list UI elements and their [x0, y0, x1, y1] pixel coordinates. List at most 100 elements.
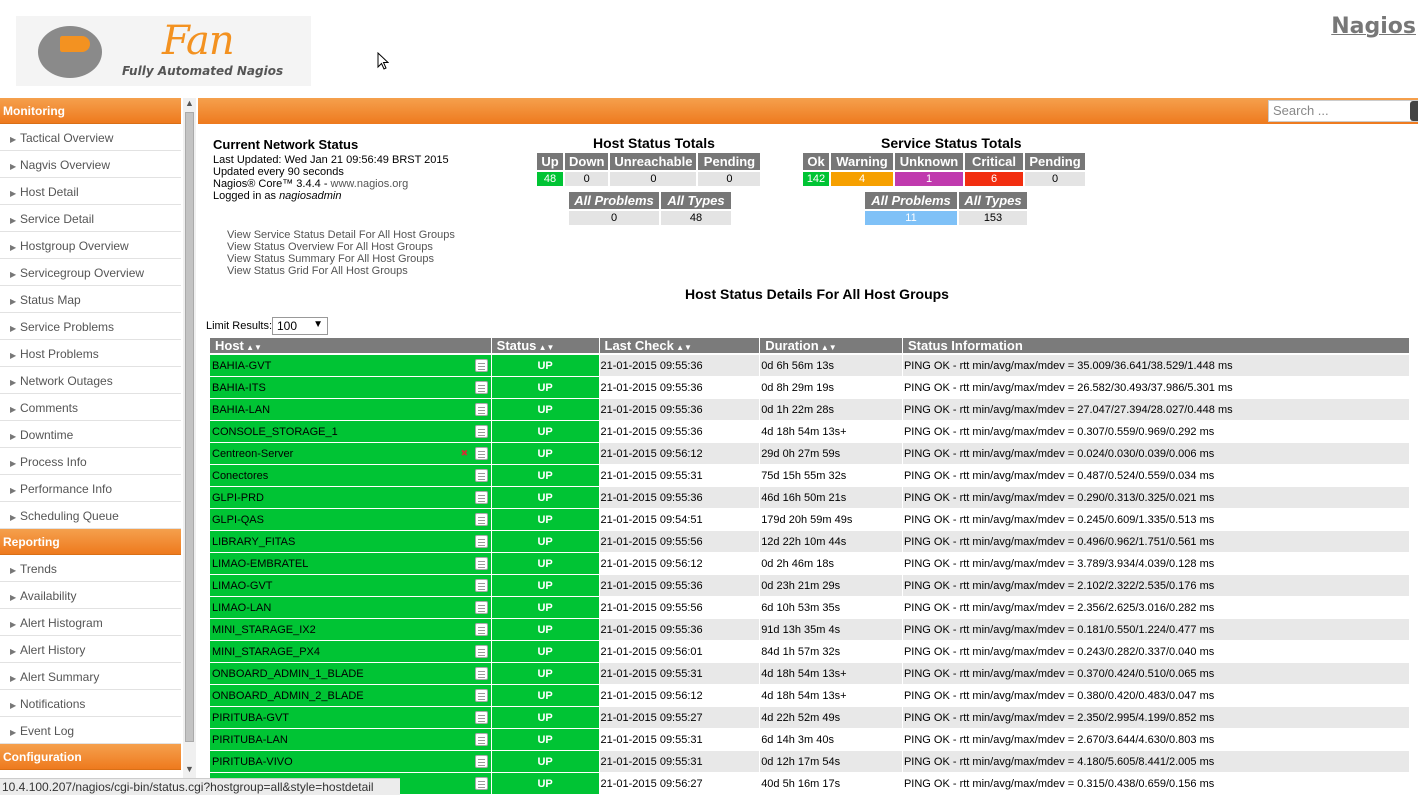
unknown-count[interactable]: 1 — [895, 172, 963, 186]
all-problems-count[interactable]: 0 — [569, 211, 659, 225]
host-name-link[interactable]: BAHIA-ITS — [212, 382, 266, 394]
host-info-icon[interactable] — [474, 667, 488, 680]
host-name-cell[interactable]: ONBOARD_ADMIN_2_BLADE — [210, 685, 491, 707]
unreachable-header[interactable]: Unreachable — [610, 153, 697, 170]
pending-count[interactable]: 0 — [1025, 172, 1085, 186]
host-info-icon[interactable] — [474, 645, 488, 658]
sidebar-item-alert-history[interactable]: ▶ Alert History — [0, 636, 181, 663]
sidebar-scrollbar[interactable]: ▲ ▼ — [183, 98, 196, 778]
host-name-link[interactable]: CONSOLE_STORAGE_1 — [212, 426, 338, 438]
down-count[interactable]: 0 — [565, 172, 609, 186]
sidebar-item-downtime[interactable]: ▶ Downtime — [0, 421, 181, 448]
host-info-icon[interactable] — [474, 447, 488, 460]
ok-count[interactable]: 142 — [803, 172, 829, 186]
host-name-cell[interactable]: CONSOLE_STORAGE_1 — [210, 421, 491, 443]
sidebar-item-process-info[interactable]: ▶ Process Info — [0, 448, 181, 475]
unknown-header[interactable]: Unknown — [895, 153, 963, 170]
pending-header[interactable]: Pending — [698, 153, 761, 170]
sort-arrows-icon[interactable]: ▲▼ — [819, 343, 837, 352]
host-info-icon[interactable] — [474, 425, 488, 438]
host-name-link[interactable]: ONBOARD_ADMIN_2_BLADE — [212, 690, 364, 702]
host-name-cell[interactable]: Centreon-Server ✖ — [210, 443, 491, 465]
host-name-cell[interactable]: PIRITUBA-VIVO — [210, 751, 491, 773]
host-info-icon[interactable] — [474, 623, 488, 636]
host-name-cell[interactable]: MINI_STARAGE_IX2 — [210, 619, 491, 641]
host-name-cell[interactable]: PIRITUBA-LAN — [210, 729, 491, 751]
host-name-link[interactable]: MINI_STARAGE_IX2 — [212, 624, 316, 636]
host-info-icon[interactable] — [474, 403, 488, 416]
sidebar-item-comments[interactable]: ▶ Comments — [0, 394, 181, 421]
sidebar-item-servicegroup-overview[interactable]: ▶ Servicegroup Overview — [0, 259, 181, 286]
search-input[interactable]: Search ... — [1268, 100, 1418, 122]
column-header-duration[interactable]: Duration ▲▼ — [760, 338, 902, 355]
sidebar-item-notifications[interactable]: ▶ Notifications — [0, 690, 181, 717]
host-name-link[interactable]: Conectores — [212, 470, 268, 482]
host-name-cell[interactable]: ONBOARD_ADMIN_1_BLADE — [210, 663, 491, 685]
host-name-cell[interactable]: Conectores — [210, 465, 491, 487]
host-name-link[interactable]: BAHIA-LAN — [212, 404, 270, 416]
sidebar-item-alert-summary[interactable]: ▶ Alert Summary — [0, 663, 181, 690]
host-name-link[interactable]: BAHIA-GVT — [212, 360, 271, 372]
host-name-cell[interactable]: LIMAO-LAN — [210, 597, 491, 619]
host-name-cell[interactable]: BAHIA-GVT — [210, 355, 491, 377]
host-name-link[interactable]: LIBRARY_FITAS — [212, 536, 295, 548]
warning-count[interactable]: 4 — [831, 172, 893, 186]
host-name-cell[interactable]: PIRITUBA-GVT — [210, 707, 491, 729]
scroll-up-icon[interactable]: ▲ — [183, 98, 196, 112]
sidebar-item-tactical-overview[interactable]: ▶ Tactical Overview — [0, 124, 181, 151]
pending-header[interactable]: Pending — [1025, 153, 1085, 170]
all-problems-header[interactable]: All Problems — [865, 192, 957, 209]
sidebar-section-configuration[interactable]: Configuration — [0, 744, 181, 770]
sidebar-item-availability[interactable]: ▶ Availability — [0, 582, 181, 609]
host-name-cell[interactable]: GLPI-QAS — [210, 509, 491, 531]
host-info-icon[interactable] — [474, 535, 488, 548]
status-view-link-2[interactable]: View Status Overview For All Host Groups — [227, 241, 455, 253]
host-name-cell[interactable]: LIBRARY_FITAS — [210, 531, 491, 553]
host-info-icon[interactable] — [474, 381, 488, 394]
sort-arrows-icon[interactable]: ▲▼ — [674, 343, 692, 352]
status-view-link-3[interactable]: View Status Summary For All Host Groups — [227, 253, 455, 265]
sidebar-item-alert-histogram[interactable]: ▶ Alert Histogram — [0, 609, 181, 636]
search-button[interactable] — [1410, 101, 1418, 121]
limit-results-select[interactable]: 100 ▼ — [272, 317, 328, 335]
sidebar-item-host-detail[interactable]: ▶ Host Detail — [0, 178, 181, 205]
host-name-link[interactable]: Centreon-Server — [212, 448, 293, 460]
sidebar-item-scheduling-queue[interactable]: ▶ Scheduling Queue — [0, 502, 181, 529]
host-info-icon[interactable] — [474, 491, 488, 504]
unreachable-count[interactable]: 0 — [610, 172, 697, 186]
host-name-link[interactable]: PIRITUBA-GVT — [212, 712, 289, 724]
column-header-status-information[interactable]: Status Information — [902, 338, 1409, 355]
host-name-link[interactable]: GLPI-PRD — [212, 492, 264, 504]
sidebar-item-trends[interactable]: ▶ Trends — [0, 555, 181, 582]
host-name-cell[interactable]: BAHIA-LAN — [210, 399, 491, 421]
up-count[interactable]: 48 — [537, 172, 563, 186]
sort-arrows-icon[interactable]: ▲▼ — [244, 343, 262, 352]
sort-arrows-icon[interactable]: ▲▼ — [536, 343, 555, 352]
host-name-link[interactable]: LIMAO-GVT — [212, 580, 273, 592]
ok-header[interactable]: Ok — [803, 153, 829, 170]
host-info-icon[interactable] — [474, 601, 488, 614]
sidebar-item-network-outages[interactable]: ▶ Network Outages — [0, 367, 181, 394]
down-header[interactable]: Down — [565, 153, 609, 170]
host-name-cell[interactable]: LIMAO-GVT — [210, 575, 491, 597]
all-types-count[interactable]: 153 — [959, 211, 1027, 225]
sidebar-item-service-problems[interactable]: ▶ Service Problems — [0, 313, 181, 340]
all-types-header[interactable]: All Types — [959, 192, 1027, 209]
column-header-host[interactable]: Host ▲▼ — [210, 338, 491, 355]
sidebar-item-status-map[interactable]: ▶ Status Map — [0, 286, 181, 313]
host-info-icon[interactable] — [474, 557, 488, 570]
all-problems-header[interactable]: All Problems — [569, 192, 659, 209]
host-name-link[interactable]: GLPI-QAS — [212, 514, 264, 526]
host-info-icon[interactable] — [474, 711, 488, 724]
host-info-icon[interactable] — [474, 359, 488, 372]
host-name-link[interactable]: MINI_STARAGE_PX4 — [212, 646, 320, 658]
critical-count[interactable]: 6 — [965, 172, 1023, 186]
sidebar-item-nagvis-overview[interactable]: ▶ Nagvis Overview — [0, 151, 181, 178]
host-name-link[interactable]: PIRITUBA-LAN — [212, 734, 288, 746]
column-header-status[interactable]: Status ▲▼ — [491, 338, 599, 355]
host-info-icon[interactable] — [474, 777, 488, 790]
host-info-icon[interactable] — [474, 689, 488, 702]
scroll-down-icon[interactable]: ▼ — [183, 764, 196, 778]
sidebar-item-hostgroup-overview[interactable]: ▶ Hostgroup Overview — [0, 232, 181, 259]
all-problems-count[interactable]: 11 — [865, 211, 957, 225]
